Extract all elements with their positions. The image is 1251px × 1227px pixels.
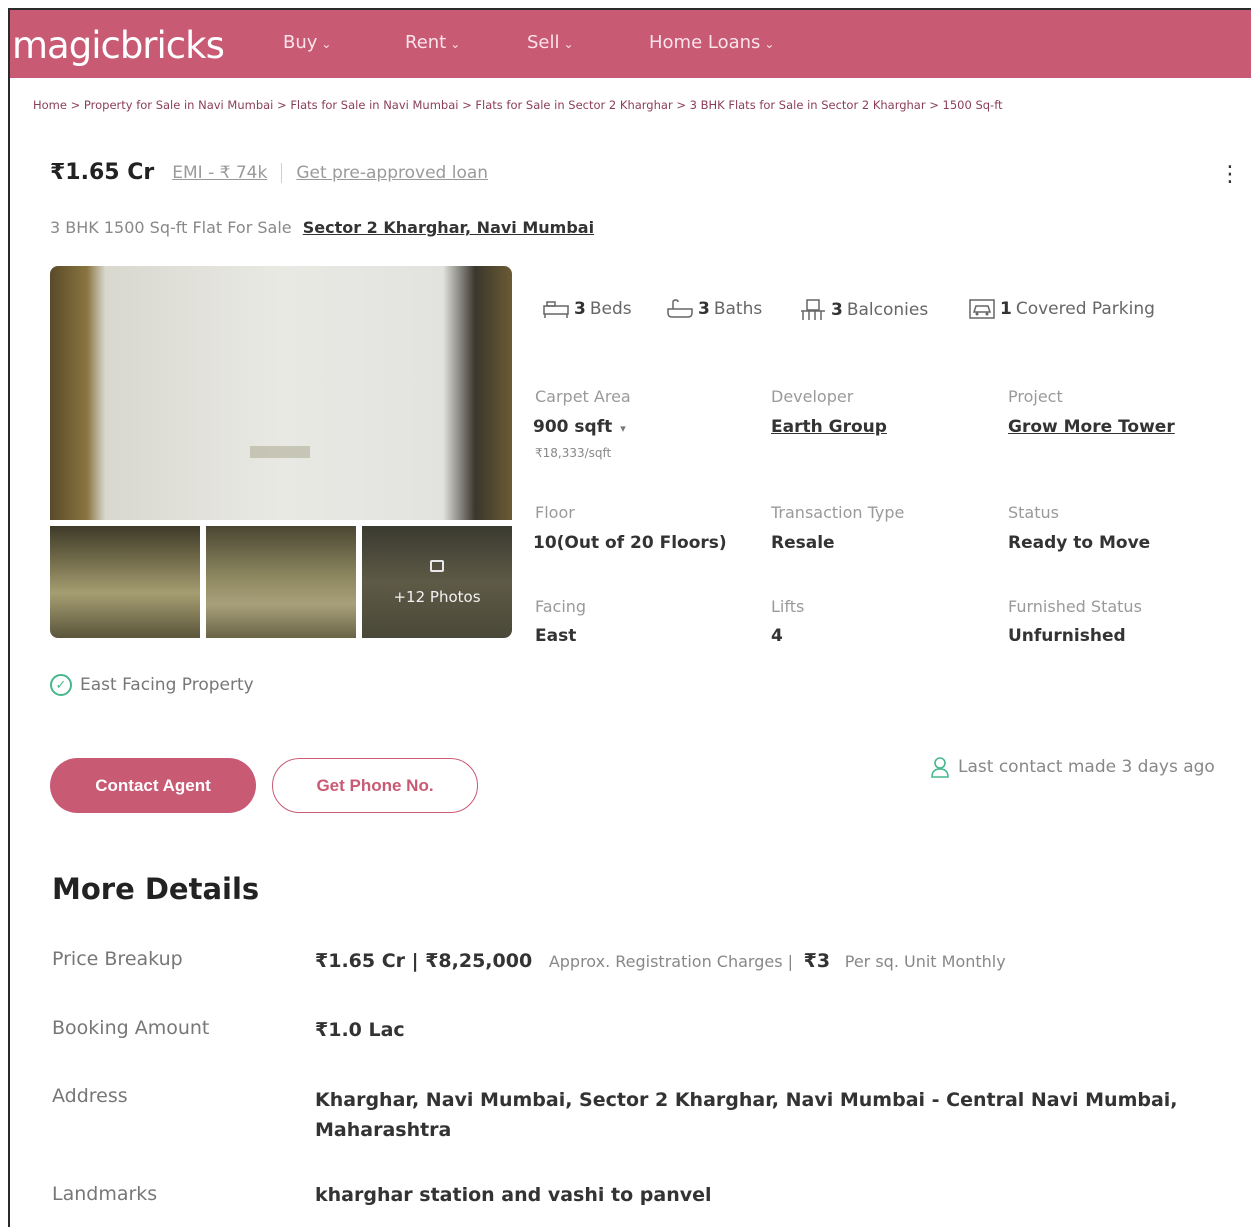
- highlight-text: East Facing Property: [80, 675, 254, 695]
- beds-label: Beds: [589, 299, 632, 319]
- price-breakup-value: ₹1.65 Cr | ₹8,25,000 Approx. Registratio…: [315, 950, 1006, 972]
- booking-amount-label: Booking Amount: [52, 1017, 210, 1039]
- breadcrumb[interactable]: Home > Property for Sale in Navi Mumbai …: [33, 98, 1003, 112]
- price-row: ₹1.65 Cr EMI - ₹ 74k Get pre-approved lo…: [50, 160, 488, 185]
- parking-amenity: 1 Covered Parking: [968, 298, 1155, 320]
- furnished-status-label: Furnished Status: [1008, 597, 1142, 616]
- balconies-count: 3: [831, 300, 843, 320]
- registration-note: Approx. Registration Charges |: [548, 952, 794, 971]
- developer-label: Developer: [771, 387, 854, 406]
- highlight-badge: ✓ East Facing Property: [50, 674, 254, 696]
- carpet-area-text: 900 sqft: [533, 417, 613, 437]
- price-breakup-label: Price Breakup: [52, 948, 183, 970]
- more-options-icon[interactable]: ⋮: [1219, 162, 1241, 187]
- user-icon: [931, 757, 949, 778]
- pre-approved-loan-link[interactable]: Get pre-approved loan: [296, 163, 488, 183]
- balconies-label: Balconies: [846, 300, 929, 320]
- chevron-down-icon: ⌄: [563, 37, 574, 51]
- baths-amenity: 3 Baths: [666, 298, 762, 320]
- caret-down-icon: ▾: [620, 422, 626, 435]
- baths-label: Baths: [713, 299, 763, 319]
- get-phone-button[interactable]: Get Phone No.: [272, 758, 478, 813]
- photo-thumbnail[interactable]: [206, 526, 356, 638]
- beds-count: 3: [574, 299, 586, 319]
- photo-watermark: [250, 446, 310, 458]
- address-value: Kharghar, Navi Mumbai, Sector 2 Kharghar…: [315, 1089, 1178, 1141]
- chevron-down-icon: ⌄: [450, 37, 461, 51]
- chevron-down-icon: ⌄: [764, 37, 775, 51]
- car-parking-icon: [969, 299, 995, 319]
- price-breakup-amount: ₹1.65 Cr | ₹8,25,000: [315, 950, 533, 972]
- developer-link[interactable]: Earth Group: [771, 417, 887, 437]
- listing-type: 3 BHK 1500 Sq-ft Flat For Sale: [50, 218, 292, 237]
- bathtub-icon: [667, 299, 693, 318]
- maintenance-note: Per sq. Unit Monthly: [844, 952, 1006, 971]
- parking-label: Covered Parking: [1015, 299, 1155, 319]
- status-label: Status: [1008, 503, 1059, 522]
- nav-buy-label: Buy: [283, 32, 318, 53]
- landmarks-value: kharghar station and vashi to panvel: [315, 1184, 712, 1206]
- maintenance-amount: ₹3: [803, 950, 831, 972]
- beds-amenity: 3 Beds: [542, 298, 632, 320]
- nav-rent[interactable]: Rent ⌄: [405, 32, 460, 53]
- main-photo[interactable]: [50, 266, 512, 520]
- check-circle-icon: ✓: [50, 674, 72, 696]
- bed-icon: [543, 301, 569, 318]
- project-label: Project: [1008, 387, 1063, 406]
- gallery-icon: [430, 560, 444, 572]
- floor-label: Floor: [535, 503, 575, 522]
- lifts-label: Lifts: [771, 597, 805, 616]
- parking-count: 1: [1000, 299, 1012, 319]
- transaction-type-value: Resale: [771, 533, 835, 553]
- listing-subtitle: 3 BHK 1500 Sq-ft Flat For Sale Sector 2 …: [50, 218, 594, 237]
- nav-sell-label: Sell: [527, 32, 560, 53]
- nav-rent-label: Rent: [405, 32, 447, 53]
- contact-agent-button[interactable]: Contact Agent: [50, 758, 256, 813]
- listing-price: ₹1.65 Cr: [50, 160, 155, 185]
- transaction-type-label: Transaction Type: [771, 503, 905, 522]
- facing-value: East: [535, 626, 577, 646]
- floor-value: 10(Out of 20 Floors): [533, 533, 727, 553]
- nav-home-loans[interactable]: Home Loans ⌄: [649, 32, 774, 53]
- nav-sell[interactable]: Sell ⌄: [527, 32, 574, 53]
- more-photos-label: +12 Photos: [393, 588, 481, 606]
- more-photos-thumbnail[interactable]: +12 Photos: [362, 526, 512, 638]
- carpet-area-value[interactable]: 900 sqft ▾: [533, 417, 626, 437]
- divider: [281, 162, 283, 183]
- baths-count: 3: [698, 299, 710, 319]
- nav-buy[interactable]: Buy ⌄: [283, 32, 331, 53]
- nav-home-loans-label: Home Loans: [649, 32, 761, 53]
- carpet-area-rate: ₹18,333/sqft: [535, 446, 612, 460]
- facing-label: Facing: [535, 597, 587, 616]
- balcony-icon: [801, 299, 825, 320]
- last-contact-text: Last contact made 3 days ago: [958, 757, 1215, 777]
- balconies-amenity: 3 Balconies: [799, 298, 928, 322]
- landmarks-label: Landmarks: [52, 1183, 158, 1205]
- more-details-heading: More Details: [52, 872, 260, 906]
- lifts-value: 4: [771, 626, 783, 646]
- top-navbar: magicbricks Buy ⌄ Rent ⌄ Sell ⌄ Home Loans ⌄: [10, 10, 1251, 78]
- booking-amount-value: ₹1.0 Lac: [315, 1019, 405, 1041]
- status-value: Ready to Move: [1008, 533, 1151, 553]
- project-link[interactable]: Grow More Tower: [1008, 417, 1175, 437]
- carpet-area-label: Carpet Area: [535, 387, 631, 406]
- magicbricks-logo[interactable]: magicbricks: [12, 24, 225, 67]
- furnished-status-value: Unfurnished: [1008, 626, 1126, 646]
- photo-thumbnail[interactable]: [50, 526, 200, 638]
- location-link[interactable]: Sector 2 Kharghar, Navi Mumbai: [303, 218, 594, 237]
- chevron-down-icon: ⌄: [321, 37, 332, 51]
- last-contact-info: Last contact made 3 days ago: [930, 756, 1215, 778]
- emi-link[interactable]: EMI - ₹ 74k: [172, 163, 267, 183]
- address-label: Address: [52, 1085, 128, 1107]
